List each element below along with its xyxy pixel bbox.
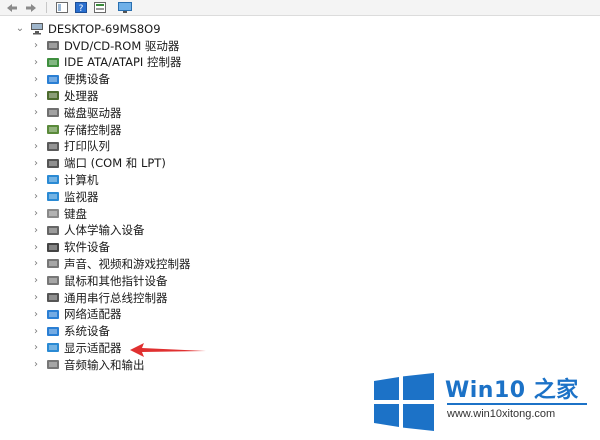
chevron-down-icon[interactable]: ⌄: [14, 23, 26, 34]
tree-item[interactable]: › 显示适配器: [30, 339, 122, 356]
chevron-right-icon[interactable]: ›: [30, 292, 42, 303]
tree-item-label: 网络适配器: [64, 307, 122, 322]
chevron-right-icon[interactable]: ›: [30, 40, 42, 51]
watermark-url: www.win10xitong.com: [447, 408, 556, 420]
tree-item-label: 监视器: [64, 189, 99, 204]
tree-item-label: IDE ATA/ATAPI 控制器: [64, 55, 182, 70]
show-hide-tree-icon[interactable]: [54, 2, 69, 14]
tree-item[interactable]: › 打印队列: [30, 138, 110, 155]
usb-icon: [46, 291, 60, 304]
speaker-icon: [46, 257, 60, 270]
help-icon[interactable]: ?: [73, 2, 88, 14]
hid-icon: [46, 224, 60, 237]
tree-item[interactable]: › 磁盘驱动器: [30, 104, 122, 121]
tree-item-label: 磁盘驱动器: [64, 105, 122, 120]
tree-item[interactable]: › 声音、视频和游戏控制器: [30, 255, 191, 272]
tree-item[interactable]: › DVD/CD-ROM 驱动器: [30, 37, 179, 54]
tree-root[interactable]: ⌄ DESKTOP-69MS8O9: [14, 20, 161, 37]
portable-device-icon: [46, 73, 60, 86]
chevron-right-icon[interactable]: ›: [30, 258, 42, 269]
storage-controller-icon: [46, 123, 60, 136]
scan-hardware-icon[interactable]: [117, 2, 132, 14]
tree-item-label: 计算机: [64, 172, 99, 187]
tree-root-label: DESKTOP-69MS8O9: [48, 21, 161, 36]
software-device-icon: [46, 241, 60, 254]
toolbar: ?: [0, 0, 600, 16]
tree-item-label: 人体学输入设备: [64, 223, 145, 238]
tree-item[interactable]: › 键盘: [30, 205, 87, 222]
tree-item-label: DVD/CD-ROM 驱动器: [64, 38, 180, 53]
toolbar-separator: [46, 2, 47, 13]
tree-item-label: 打印队列: [64, 139, 110, 154]
tree-item-label: 键盘: [64, 206, 87, 221]
display-adapter-icon: [46, 341, 60, 354]
tree-item-label: 软件设备: [64, 240, 110, 255]
chevron-right-icon[interactable]: ›: [30, 107, 42, 118]
tree-item[interactable]: › 系统设备: [30, 323, 110, 340]
tree-item[interactable]: › 监视器: [30, 188, 99, 205]
tree-item[interactable]: › 鼠标和其他指针设备: [30, 272, 168, 289]
tree-item[interactable]: › 处理器: [30, 87, 99, 104]
tree-item[interactable]: › 端口 (COM 和 LPT): [30, 155, 166, 172]
chevron-right-icon[interactable]: ›: [30, 158, 42, 169]
mouse-icon: [46, 274, 60, 287]
back-arrow-icon[interactable]: [4, 2, 19, 14]
tree-item-label: 存储控制器: [64, 122, 122, 137]
chevron-right-icon[interactable]: ›: [30, 174, 42, 185]
chevron-right-icon[interactable]: ›: [30, 309, 42, 320]
computer-tree-icon: [30, 22, 44, 35]
chevron-right-icon[interactable]: ›: [30, 359, 42, 370]
port-icon: [46, 157, 60, 170]
tree-item[interactable]: › IDE ATA/ATAPI 控制器: [30, 54, 181, 71]
watermark-underline: [447, 403, 587, 405]
svg-text:?: ?: [78, 4, 83, 13]
chevron-right-icon[interactable]: ›: [30, 141, 42, 152]
computer-icon: [46, 173, 60, 186]
tree-item-label: 系统设备: [64, 324, 110, 339]
tree-item[interactable]: › 存储控制器: [30, 121, 122, 138]
tree-item[interactable]: › 人体学输入设备: [30, 222, 145, 239]
disk-drive-icon: [46, 106, 60, 119]
chevron-right-icon[interactable]: ›: [30, 90, 42, 101]
system-device-icon: [46, 325, 60, 338]
tree-item-label: 便携设备: [64, 72, 110, 87]
chevron-right-icon[interactable]: ›: [30, 208, 42, 219]
tree-item[interactable]: › 便携设备: [30, 71, 110, 88]
tree-item-label: 通用串行总线控制器: [64, 290, 168, 305]
chevron-right-icon[interactable]: ›: [30, 342, 42, 353]
watermark: Win10 之家 www.win10xitong.com: [372, 370, 597, 435]
tree-item[interactable]: › 计算机: [30, 171, 99, 188]
tree-item[interactable]: › 软件设备: [30, 239, 110, 256]
chevron-right-icon[interactable]: ›: [30, 225, 42, 236]
tree-item-label: 端口 (COM 和 LPT): [64, 156, 166, 171]
printer-icon: [46, 140, 60, 153]
dvd-drive-icon: [46, 39, 60, 52]
watermark-title: Win10 之家: [445, 378, 579, 403]
tree-item-label: 声音、视频和游戏控制器: [64, 256, 191, 271]
monitor-icon: [46, 190, 60, 203]
forward-arrow-icon[interactable]: [23, 2, 38, 14]
chevron-right-icon[interactable]: ›: [30, 326, 42, 337]
processor-icon: [46, 89, 60, 102]
chevron-right-icon[interactable]: ›: [30, 124, 42, 135]
annotation-arrow: [130, 343, 206, 357]
chevron-right-icon[interactable]: ›: [30, 74, 42, 85]
network-adapter-icon: [46, 308, 60, 321]
keyboard-icon: [46, 207, 60, 220]
chevron-right-icon[interactable]: ›: [30, 57, 42, 68]
audio-io-icon: [46, 358, 60, 371]
chevron-right-icon[interactable]: ›: [30, 275, 42, 286]
tree-item-label: 处理器: [64, 88, 99, 103]
tree-item-label: 鼠标和其他指针设备: [64, 273, 168, 288]
ide-controller-icon: [46, 56, 60, 69]
chevron-right-icon[interactable]: ›: [30, 191, 42, 202]
tree-item-label: 显示适配器: [64, 340, 122, 355]
windows-logo-icon: [374, 373, 434, 431]
properties-icon[interactable]: [92, 2, 107, 14]
tree-item[interactable]: › 通用串行总线控制器: [30, 289, 168, 306]
tree-item[interactable]: › 网络适配器: [30, 306, 122, 323]
chevron-right-icon[interactable]: ›: [30, 242, 42, 253]
